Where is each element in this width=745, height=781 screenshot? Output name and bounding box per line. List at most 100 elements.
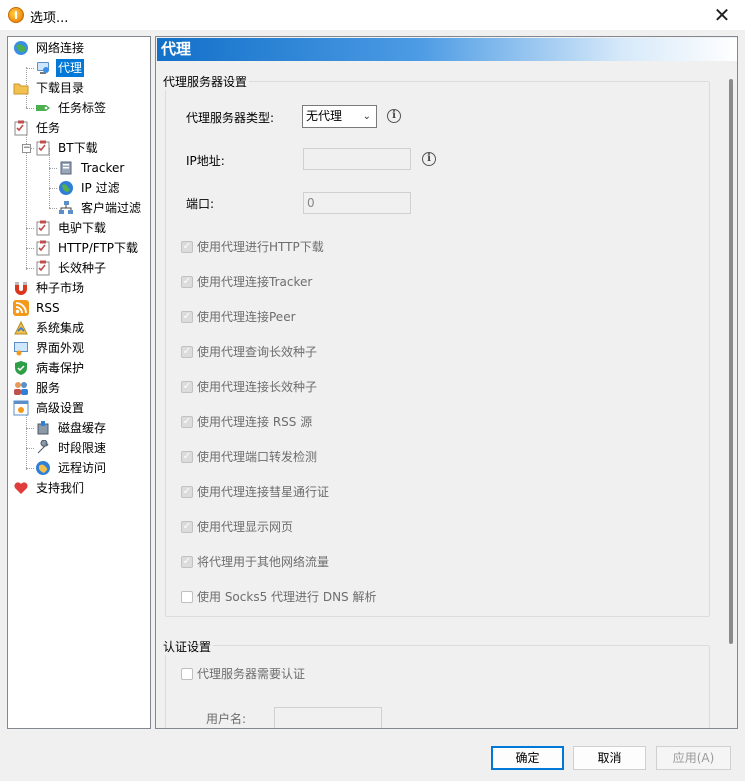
checked-checkbox-icon[interactable]: ✓ — [181, 241, 193, 253]
tree-item-label: 下载目录 — [36, 81, 85, 95]
proxy-settings-panel: 代理 代理服务器设置 代理服务器类型: 无代理 ⌄ i IP地址: i 端口: … — [155, 36, 738, 729]
panel-header: 代理 — [157, 38, 737, 61]
checked-checkbox-icon[interactable]: ✓ — [181, 311, 193, 323]
tree-item-label: 种子市场 — [36, 281, 85, 295]
ip-address-info-icon[interactable]: i — [422, 152, 436, 166]
proxy-option-label: 使用代理连接彗星通行证 — [197, 485, 330, 499]
tree-connector-line — [49, 148, 50, 208]
advanced-settings-icon — [13, 400, 29, 416]
proxy-option-label: 使用代理进行HTTP下载 — [197, 240, 324, 254]
port-field[interactable]: 0 — [303, 192, 411, 214]
server-icon — [58, 160, 74, 176]
proxy-server-group-title: 代理服务器设置 — [161, 73, 250, 90]
window-title: 选项... — [30, 11, 69, 26]
port-label: 端口: — [186, 197, 215, 211]
proxy-option-label: 使用 Socks5 代理进行 DNS 解析 — [197, 590, 377, 604]
checked-checkbox-icon[interactable]: ✓ — [181, 451, 193, 463]
tree-item-label: Tracker — [81, 161, 125, 175]
wrench-icon — [35, 439, 51, 456]
tree-connector-line — [26, 68, 34, 69]
tree-item-label: 远程访问 — [58, 461, 107, 475]
tree-connector-line — [26, 108, 34, 109]
tree-item-label: 电驴下载 — [58, 221, 107, 235]
require-auth-label: 代理服务器需要认证 — [197, 667, 306, 681]
tree-item-label: BT下载 — [58, 141, 98, 155]
proxy-option-label: 将代理用于其他网络流量 — [197, 555, 330, 569]
heart-icon — [13, 480, 29, 496]
tree-item-label: 长效种子 — [58, 261, 107, 275]
proxy-type-info-icon[interactable]: i — [387, 109, 401, 123]
ok-button[interactable]: 确定 — [491, 746, 564, 770]
tree-item-label: 支持我们 — [36, 481, 85, 495]
tree-connector-line — [26, 468, 34, 469]
proxy-type-value: 无代理 — [306, 109, 343, 123]
tree-item-label: 网络连接 — [36, 41, 85, 55]
tree-item-label: 客户端过滤 — [81, 201, 142, 215]
apply-button[interactable]: 应用(A) — [656, 746, 731, 770]
tree-connector-line — [26, 248, 34, 249]
network-clients-icon — [58, 200, 74, 216]
checked-checkbox-icon[interactable]: ✓ — [181, 486, 193, 498]
tree-item-label: RSS — [36, 301, 60, 315]
cancel-button[interactable]: 取消 — [573, 746, 646, 770]
chevron-down-icon: ⌄ — [362, 111, 371, 122]
tree-item-label: 系统集成 — [36, 321, 85, 335]
checklist-icon — [35, 220, 51, 236]
shield-icon — [13, 360, 29, 376]
checklist-icon — [35, 260, 51, 276]
tree-connector-line — [49, 208, 57, 209]
collapse-toggle-icon[interactable]: − — [22, 144, 31, 153]
disk-cache-icon — [35, 420, 51, 436]
tree-item-label: 服务 — [36, 381, 61, 395]
unchecked-checkbox-icon[interactable] — [181, 591, 193, 603]
globe-network-icon — [13, 40, 29, 56]
checklist-icon — [13, 120, 29, 136]
panel-scrollbar[interactable] — [729, 79, 733, 644]
tree-item-label: 时段限速 — [58, 441, 107, 455]
tree-connector-line — [49, 168, 57, 169]
proxy-option-label: 使用代理显示网页 — [197, 520, 294, 534]
tree-item-label: 任务 — [36, 121, 61, 135]
close-button[interactable]: ✕ — [699, 0, 745, 30]
tree-item-label: 任务标签 — [58, 101, 107, 115]
checked-checkbox-icon[interactable]: ✓ — [181, 381, 193, 393]
require-auth-checkbox-box[interactable] — [181, 668, 193, 680]
folder-icon — [13, 80, 29, 96]
checked-checkbox-icon[interactable]: ✓ — [181, 276, 193, 288]
checked-checkbox-icon[interactable]: ✓ — [181, 346, 193, 358]
title-bar: 选项... ✕ — [0, 0, 745, 30]
proxy-option-label: 使用代理连接 RSS 源 — [197, 415, 313, 429]
username-field[interactable] — [274, 707, 382, 728]
proxy-type-label: 代理服务器类型: — [186, 111, 275, 125]
tree-connector-line — [26, 448, 34, 449]
ip-address-field[interactable] — [303, 148, 411, 170]
appearance-icon — [13, 340, 29, 356]
checklist-icon — [35, 140, 51, 156]
tree-connector-line — [26, 409, 27, 470]
tree-item-label: IP 过滤 — [81, 181, 120, 195]
username-label: 用户名: — [206, 712, 247, 726]
proxy-option-label: 使用代理端口转发检测 — [197, 450, 318, 464]
checked-checkbox-icon[interactable]: ✓ — [181, 416, 193, 428]
checked-checkbox-icon[interactable]: ✓ — [181, 556, 193, 568]
proxy-option-label: 使用代理连接Peer — [197, 310, 296, 324]
proxy-computer-icon — [35, 60, 51, 76]
tree-item-label: 病毒保护 — [36, 361, 85, 375]
tree-connector-line — [26, 228, 34, 229]
options-tree[interactable]: − 网络连接代理下载目录任务标签任务 BT下载 Tracker IP 过滤客户端过滤电驴… — [7, 36, 151, 729]
proxy-type-select[interactable]: 无代理 ⌄ — [302, 105, 377, 128]
magnet-icon — [13, 280, 29, 296]
tree-item-label: 高级设置 — [36, 401, 85, 415]
tree-item-label: 界面外观 — [36, 341, 85, 355]
tag-icon — [35, 100, 51, 116]
proxy-option-label: 使用代理连接长效种子 — [197, 380, 318, 394]
proxy-option-label: 使用代理连接Tracker — [197, 275, 313, 289]
tree-connector-line — [49, 188, 57, 189]
tree-item-label: 代理 — [56, 59, 85, 77]
tree-item-label: 磁盘缓存 — [58, 421, 107, 435]
checked-checkbox-icon[interactable]: ✓ — [181, 521, 193, 533]
auth-settings-group — [165, 645, 710, 728]
app-icon — [8, 7, 24, 23]
rss-icon — [13, 300, 29, 316]
users-icon — [13, 380, 29, 396]
